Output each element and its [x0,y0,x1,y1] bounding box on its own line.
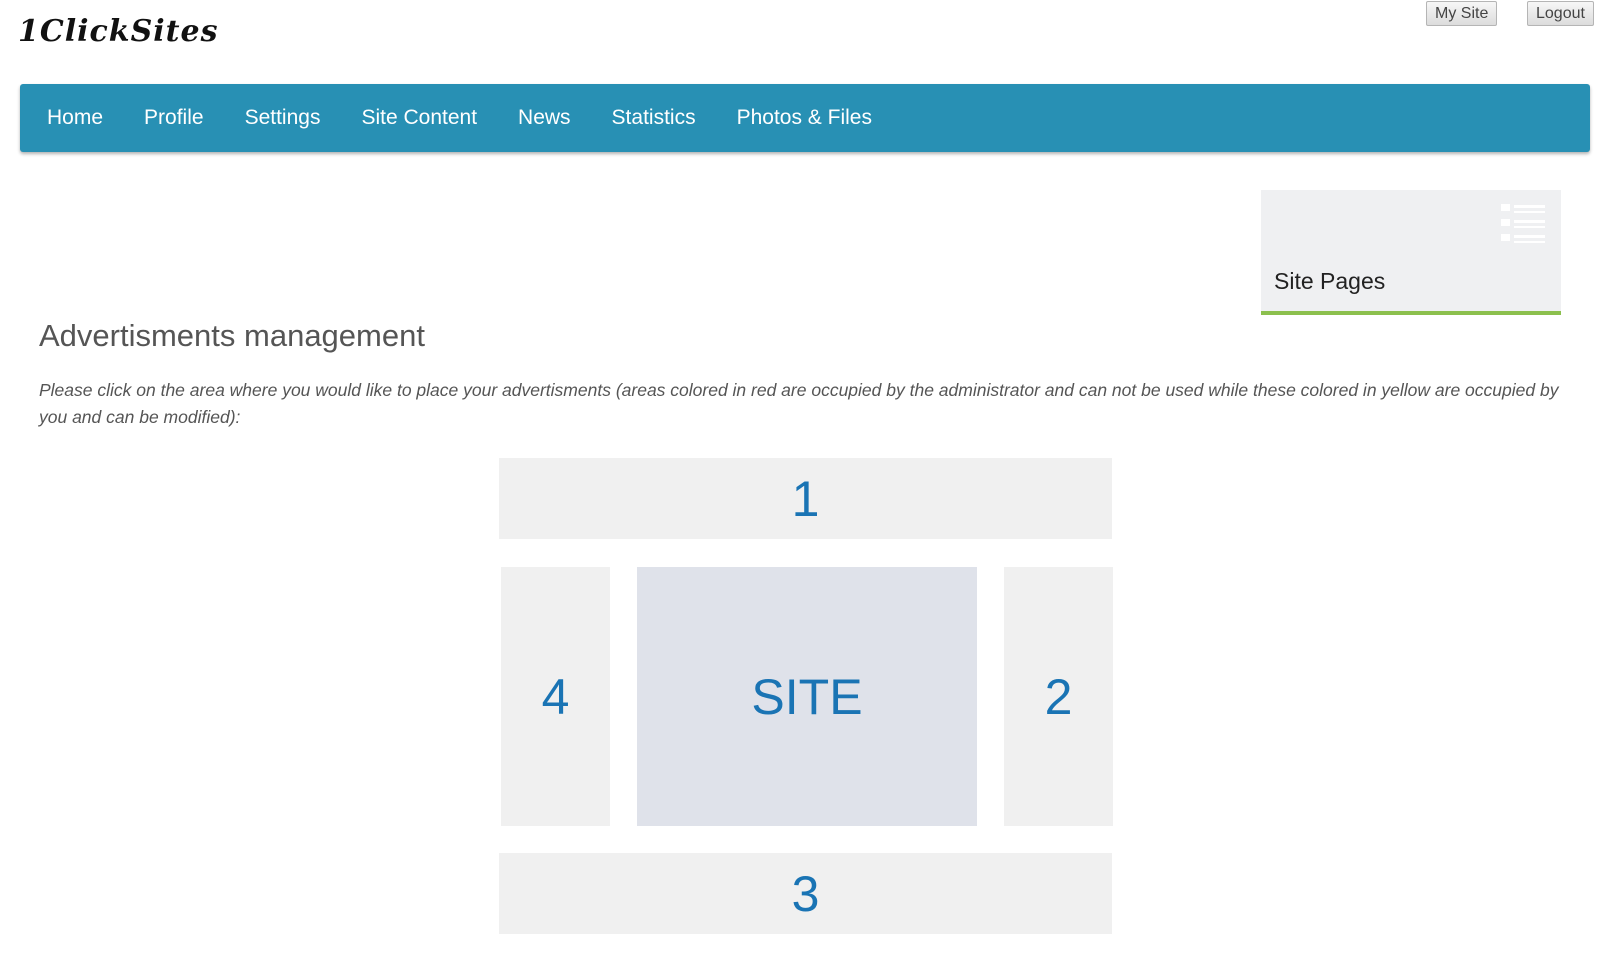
nav-item-settings[interactable]: Settings [245,106,321,130]
my-site-button[interactable]: My Site [1426,1,1498,26]
ad-area-1[interactable]: 1 [499,458,1112,539]
ad-area-2-label: 2 [1044,668,1073,725]
site-area: SITE [637,567,977,826]
nav-item-statistics[interactable]: Statistics [612,106,696,130]
nav-item-profile[interactable]: Profile [144,106,204,130]
page: 1ClickSites My Site Logout Home Profile … [0,0,1610,955]
list-icon [1501,204,1545,243]
ad-area-1-label: 1 [791,470,820,527]
nav-list: Home Profile Settings Site Content News … [20,84,1590,152]
ad-area-4-label: 4 [541,668,570,725]
main-nav: Home Profile Settings Site Content News … [20,84,1590,152]
ad-area-2[interactable]: 2 [1004,567,1113,826]
page-description: Please click on the area where you would… [39,380,1559,427]
ad-area-4[interactable]: 4 [501,567,610,826]
nav-item-photos-files[interactable]: Photos & Files [737,106,872,130]
ad-area-3[interactable]: 3 [499,853,1112,934]
site-pages-label: Site Pages [1274,268,1386,294]
page-title: Advertisments management [39,318,425,353]
logout-button[interactable]: Logout [1527,1,1594,26]
ad-area-3-label: 3 [791,865,820,922]
nav-item-home[interactable]: Home [47,106,103,130]
logo[interactable]: 1ClickSites [18,14,219,49]
nav-item-site-content[interactable]: Site Content [361,106,477,130]
site-area-label: SITE [751,668,863,725]
nav-item-news[interactable]: News [518,106,571,130]
site-pages-tile[interactable]: Site Pages [1261,190,1561,315]
